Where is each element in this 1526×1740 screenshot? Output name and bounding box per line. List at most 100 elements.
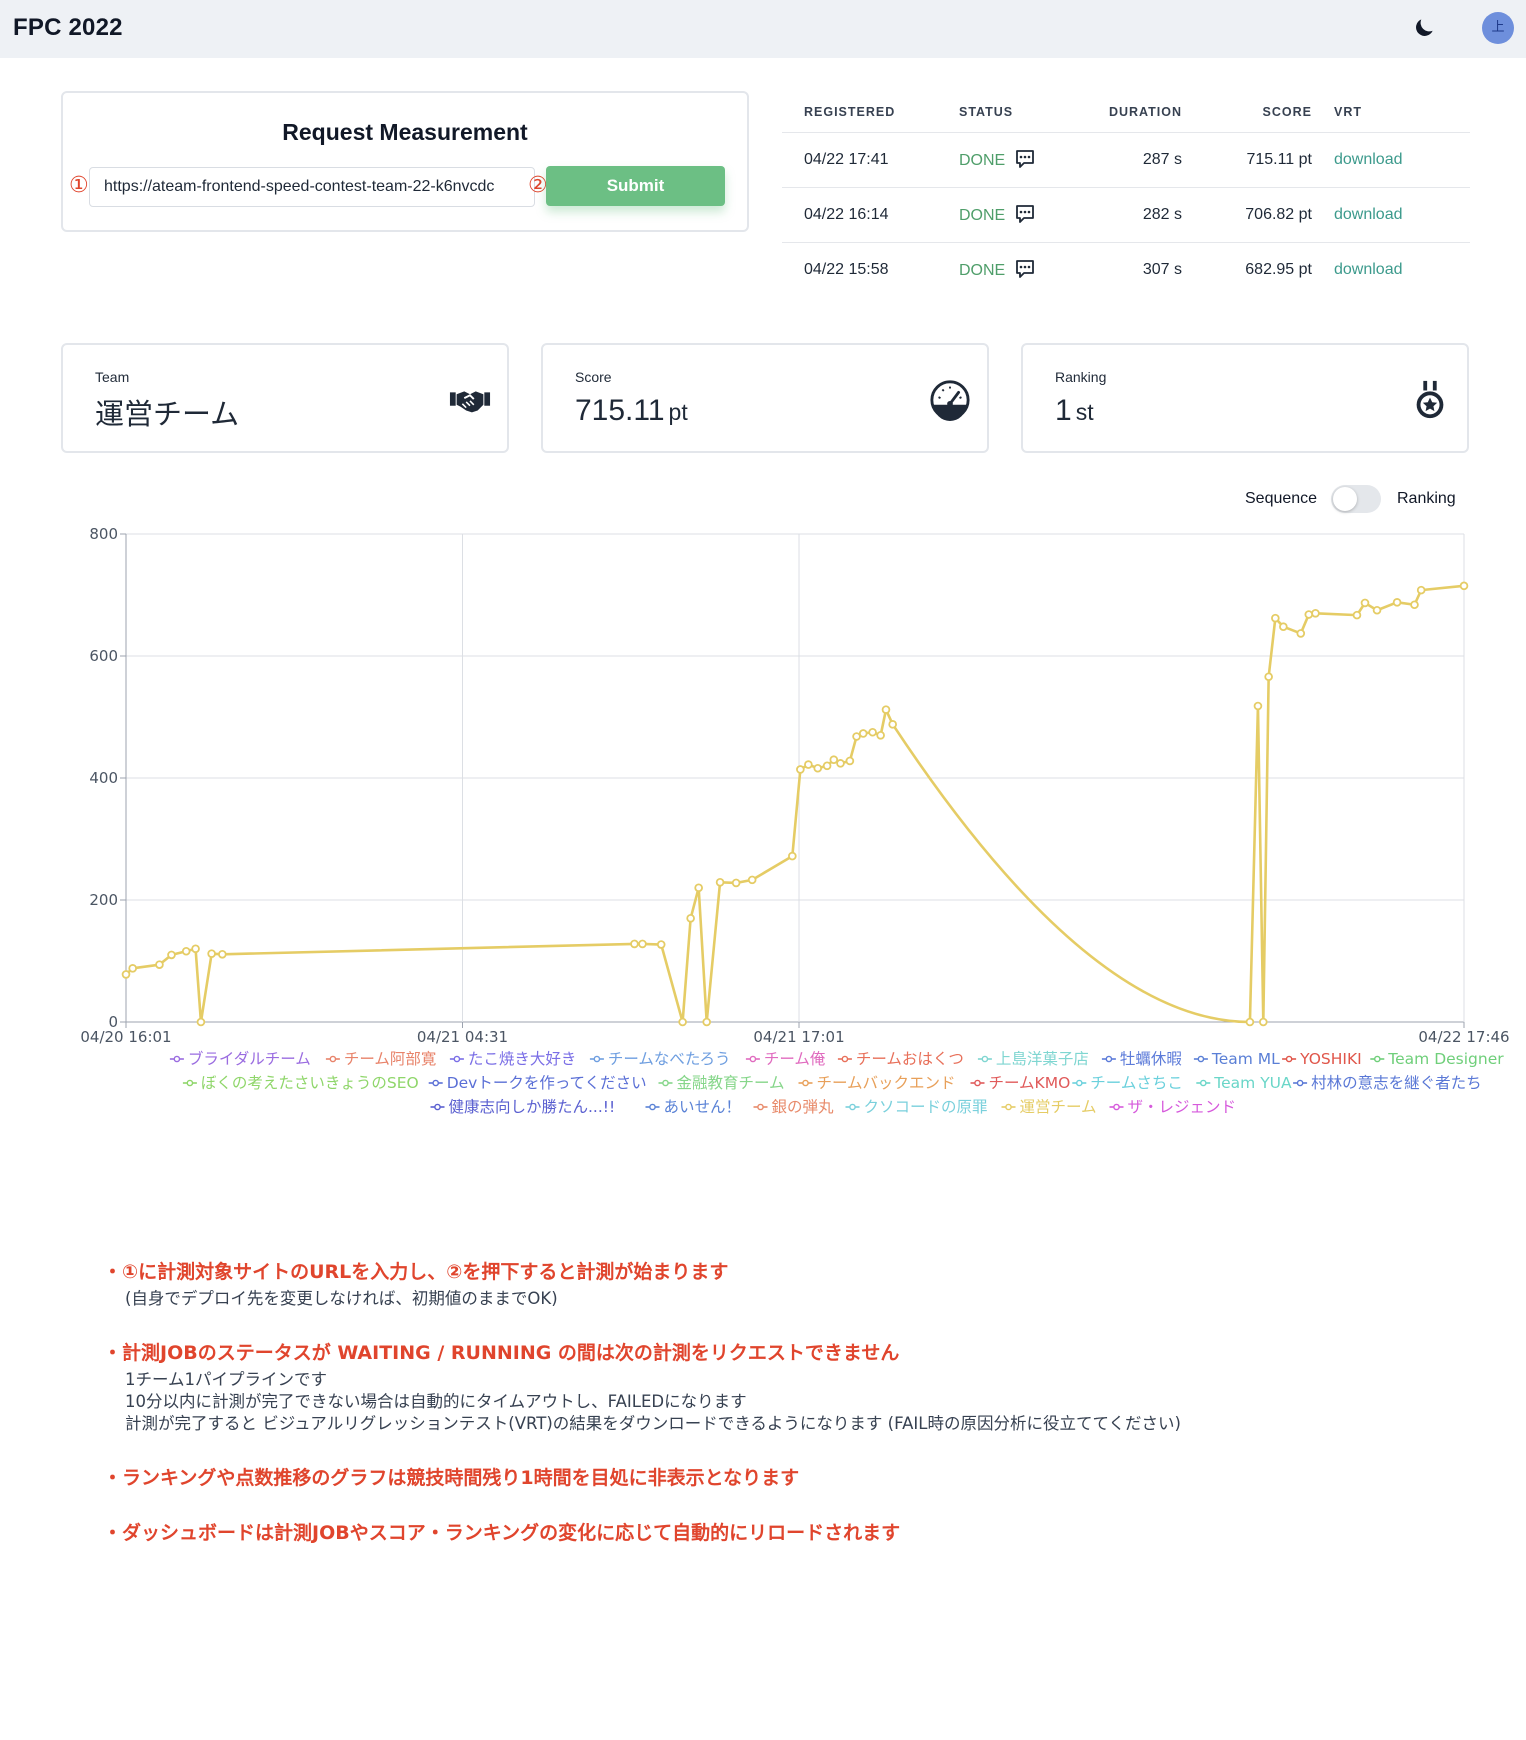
legend-label: チーム俺 <box>764 1050 826 1068</box>
submit-marker: ② <box>528 173 548 198</box>
y-tick-label: 200 <box>89 891 118 909</box>
legend-label: 牡蠣休暇 <box>1120 1050 1182 1068</box>
data-point <box>1296 629 1306 638</box>
ranking-card: Ranking 1st <box>1021 343 1469 453</box>
legend-marker-dot <box>849 1103 856 1111</box>
status-badge: DONE <box>959 152 1006 169</box>
vrt-cell: download <box>1312 187 1470 243</box>
data-point <box>888 720 897 729</box>
legend-label: 健康志向しか勝たん...!! <box>449 1098 616 1116</box>
notes-section: ・①に計測対象サイトのURLを入力し、②を押下すると計測が始まります (自身でデ… <box>103 1257 1503 1573</box>
score-cell: 706.82 pt <box>1182 187 1312 243</box>
legend-marker-dot <box>841 1055 849 1063</box>
sequence-ranking-toggle[interactable] <box>1331 485 1381 513</box>
col-score: SCORE <box>1182 92 1312 133</box>
chart-axes: 020040060080004/20 16:01 04/21 04:31 04/21… <box>80 525 1509 1046</box>
score-unit: pt <box>668 399 688 425</box>
legend-marker-dot <box>173 1055 181 1063</box>
y-tick-label: 600 <box>89 647 118 665</box>
status-cell: DONE <box>937 187 1057 243</box>
col-vrt: VRT <box>1312 92 1470 133</box>
data-point <box>167 950 176 960</box>
toggle-label-ranking: Ranking <box>1397 490 1456 507</box>
jobs-header-row: REGISTERED STATUS DURATION SCORE VRT <box>782 92 1470 133</box>
legend-label: Team YUA <box>1213 1074 1292 1092</box>
data-point <box>804 760 813 769</box>
data-point <box>694 883 703 893</box>
legend-marker-dot <box>453 1055 461 1063</box>
note-item: ・計測JOBのステータスが WAITING / RUNNING の間は次の計測を… <box>103 1338 1503 1435</box>
legend-label: Team ML <box>1211 1050 1280 1068</box>
y-tick-label: 800 <box>89 525 118 543</box>
vrt-download-link[interactable]: download <box>1334 151 1403 168</box>
note-item: ・ダッシュボードは計測JOBやスコア・ランキングの変化に応じて自動的にリロードさ… <box>103 1518 1503 1545</box>
data-point <box>630 939 639 949</box>
team-name: 運営チーム <box>95 397 240 431</box>
duration-cell: 287 s <box>1057 132 1182 188</box>
chart-series <box>121 581 1469 1027</box>
registered-cell: 04/22 17:41 <box>782 132 937 188</box>
message-icon[interactable] <box>1015 204 1035 224</box>
toggle-knob[interactable] <box>1333 487 1357 511</box>
x-tick-label: 04/21 04:31 <box>417 1028 508 1046</box>
vrt-download-link[interactable]: download <box>1334 206 1403 223</box>
vrt-cell: download <box>1312 132 1470 188</box>
data-point <box>678 1017 687 1027</box>
vrt-download-link[interactable]: download <box>1334 261 1403 278</box>
note-heading: ・ダッシュボードは計測JOBやスコア・ランキングの変化に応じて自動的にリロードさ… <box>103 1522 901 1544</box>
data-point <box>207 949 216 958</box>
data-point <box>715 878 725 887</box>
user-avatar[interactable]: 上 <box>1482 12 1514 44</box>
legend-marker-dot <box>1200 1079 1207 1087</box>
table-row: 04/22 17:41 DONE 287 s 715.11 pt downloa… <box>782 132 1470 188</box>
data-point <box>881 705 891 714</box>
legend-label: チームおはくつ <box>856 1050 964 1068</box>
data-point <box>1271 613 1280 623</box>
speedometer-icon <box>930 380 970 421</box>
toggle-label-sequence: Sequence <box>1245 490 1318 507</box>
data-point <box>1259 1017 1268 1027</box>
note-item: ・①に計測対象サイトのURLを入力し、②を押下すると計測が始まります (自身でデ… <box>103 1257 1503 1310</box>
score-cell: 682.95 pt <box>1245 260 1312 278</box>
message-icon[interactable] <box>1015 149 1035 169</box>
data-point <box>1311 608 1320 618</box>
legend-marker-dot <box>1105 1055 1113 1063</box>
legend-label: Team Designer <box>1387 1050 1504 1068</box>
legend-label: 上島洋菓子店 <box>996 1050 1089 1068</box>
legend-label: 銀の弾丸 <box>772 1098 835 1116</box>
legend-label: あいせん！ <box>664 1098 742 1116</box>
url-input[interactable] <box>89 167 535 207</box>
data-point <box>1459 581 1469 591</box>
data-point <box>1352 610 1362 620</box>
data-point <box>1245 1017 1255 1027</box>
message-icon[interactable] <box>1015 259 1035 279</box>
data-point <box>836 759 845 768</box>
duration-cell: 307 s <box>1142 260 1182 278</box>
legend-label: ぼくの考えたさいきょうのSEO <box>201 1074 419 1092</box>
note-heading: ・①に計測対象サイトのURLを入力し、②を押下すると計測が始まります <box>103 1261 729 1283</box>
data-point <box>1264 672 1273 682</box>
score-cell: 715.11 pt <box>1182 132 1312 188</box>
data-point <box>796 765 805 774</box>
status-cell: DONE <box>937 132 1057 188</box>
legend-marker-dot <box>186 1079 194 1087</box>
legend-marker-dot <box>1285 1055 1293 1063</box>
note-line: 10分以内に計測が完了できない場合は自動的にタイムアウトし、FAILEDになりま… <box>125 1392 747 1411</box>
data-point <box>638 939 647 949</box>
moon-icon[interactable] <box>1411 15 1437 41</box>
score-value: 715.11 pt <box>575 394 688 428</box>
note-line: 1チーム1パイプラインです <box>125 1370 328 1389</box>
x-tick-label: 04/21 17:01 <box>753 1028 844 1046</box>
legend-label: チーム阿部寛 <box>344 1050 437 1068</box>
legend-label: 金融教育チーム <box>677 1074 785 1092</box>
data-point <box>121 970 131 979</box>
col-duration: DURATION <box>1057 92 1182 133</box>
status-cell: DONE <box>937 242 1057 297</box>
col-status: STATUS <box>937 92 1057 133</box>
legend-label: チームKMO <box>989 1074 1071 1092</box>
url-marker: ① <box>69 173 89 198</box>
data-point <box>868 727 877 737</box>
submit-button[interactable]: Submit <box>546 166 725 206</box>
data-point <box>822 761 832 771</box>
data-point <box>731 878 741 888</box>
